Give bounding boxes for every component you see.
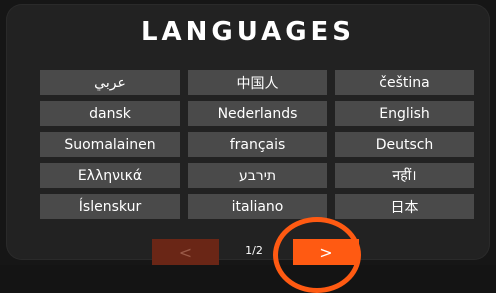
language-button-arabic[interactable]: عربي	[40, 70, 180, 95]
language-button-german[interactable]: Deutsch	[335, 132, 474, 157]
language-button-italian[interactable]: italiano	[188, 194, 327, 219]
previous-page-button[interactable]: <	[152, 239, 219, 265]
language-panel: LANGUAGES عربي 中国人 čeština dansk Nederla…	[6, 4, 490, 265]
language-button-hindi[interactable]: नहीं।	[335, 163, 474, 188]
pagination: < 1/2 >	[6, 236, 490, 265]
language-button-japanese[interactable]: 日本	[335, 194, 474, 219]
language-button-czech[interactable]: čeština	[335, 70, 474, 95]
language-button-greek[interactable]: Ελληνικά	[40, 163, 180, 188]
language-button-english[interactable]: English	[335, 101, 474, 126]
language-button-danish[interactable]: dansk	[40, 101, 180, 126]
language-button-french[interactable]: français	[188, 132, 327, 157]
language-button-dutch[interactable]: Nederlands	[188, 101, 327, 126]
language-button-hebrew[interactable]: תירבע	[188, 163, 327, 188]
language-grid: عربي 中国人 čeština dansk Nederlands Englis…	[40, 70, 474, 219]
screen: LANGUAGES عربي 中国人 čeština dansk Nederla…	[0, 0, 496, 293]
page-indicator: 1/2	[245, 244, 263, 257]
next-page-button[interactable]: >	[293, 239, 359, 265]
language-button-chinese[interactable]: 中国人	[188, 70, 327, 95]
language-button-icelandic[interactable]: Íslenskur	[40, 194, 180, 219]
language-button-finnish[interactable]: Suomalainen	[40, 132, 180, 157]
page-title: LANGUAGES	[140, 17, 356, 47]
